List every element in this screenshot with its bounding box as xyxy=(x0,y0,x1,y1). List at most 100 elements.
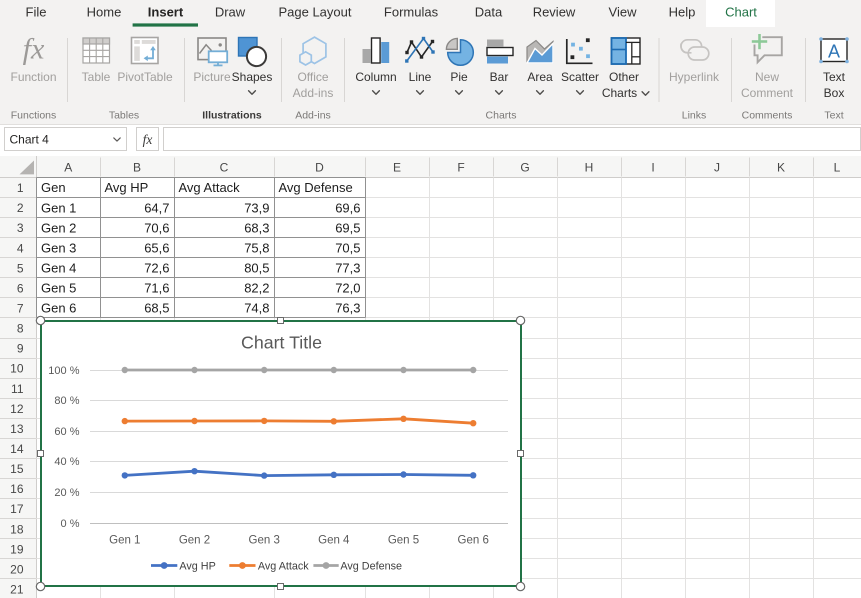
svg-text:Review: Review xyxy=(533,5,576,20)
svg-text:19: 19 xyxy=(10,542,24,556)
svg-text:Avg HP: Avg HP xyxy=(179,561,215,573)
svg-text:72,6: 72,6 xyxy=(144,260,169,275)
svg-text:Pie: Pie xyxy=(450,70,468,84)
svg-text:0 %: 0 % xyxy=(61,518,80,530)
svg-text:21: 21 xyxy=(10,583,24,597)
svg-text:Draw: Draw xyxy=(215,5,246,20)
svg-text:J: J xyxy=(714,160,720,174)
svg-text:6: 6 xyxy=(17,281,24,295)
svg-text:100 %: 100 % xyxy=(48,365,79,377)
svg-text:File: File xyxy=(26,5,47,20)
svg-text:Links: Links xyxy=(682,110,707,122)
svg-text:10: 10 xyxy=(10,362,24,376)
svg-text:13: 13 xyxy=(10,422,24,436)
svg-text:18: 18 xyxy=(10,522,24,536)
svg-text:Add-ins: Add-ins xyxy=(293,86,334,100)
svg-text:69,5: 69,5 xyxy=(335,220,360,235)
svg-text:D: D xyxy=(315,160,324,174)
svg-text:Help: Help xyxy=(669,5,696,20)
svg-text:K: K xyxy=(777,160,785,174)
svg-text:Text: Text xyxy=(824,110,843,122)
svg-text:New: New xyxy=(755,70,779,84)
svg-text:I: I xyxy=(651,160,654,174)
svg-text:PivotTable: PivotTable xyxy=(117,70,173,84)
svg-text:Illustrations: Illustrations xyxy=(202,110,262,122)
svg-text:Avg Attack: Avg Attack xyxy=(258,561,309,573)
svg-text:Shapes: Shapes xyxy=(232,70,273,84)
svg-text:Box: Box xyxy=(824,86,845,100)
svg-text:Gen 2: Gen 2 xyxy=(41,220,76,235)
svg-text:Text: Text xyxy=(823,70,846,84)
svg-text:16: 16 xyxy=(10,482,24,496)
svg-text:Other: Other xyxy=(609,70,639,84)
svg-text:60 %: 60 % xyxy=(54,426,79,438)
svg-text:73,9: 73,9 xyxy=(244,200,269,215)
svg-text:F: F xyxy=(457,160,464,174)
svg-text:70,5: 70,5 xyxy=(335,240,360,255)
svg-text:G: G xyxy=(520,160,529,174)
svg-text:Gen: Gen xyxy=(41,180,66,195)
svg-text:68,5: 68,5 xyxy=(144,301,169,316)
svg-text:Gen 1: Gen 1 xyxy=(41,200,76,215)
svg-text:Column: Column xyxy=(355,70,396,84)
svg-text:Comment: Comment xyxy=(741,86,794,100)
svg-text:14: 14 xyxy=(10,442,24,456)
svg-text:Page Layout: Page Layout xyxy=(278,5,351,20)
svg-text:Add-ins: Add-ins xyxy=(295,110,331,122)
svg-text:3: 3 xyxy=(17,221,24,235)
svg-text:77,3: 77,3 xyxy=(335,260,360,275)
svg-text:Avg HP: Avg HP xyxy=(105,180,149,195)
svg-text:Chart: Chart xyxy=(725,5,757,20)
svg-text:20 %: 20 % xyxy=(54,487,79,499)
svg-text:Comments: Comments xyxy=(742,110,793,122)
svg-text:Tables: Tables xyxy=(109,110,139,122)
svg-text:Gen 1: Gen 1 xyxy=(109,535,140,547)
svg-text:20: 20 xyxy=(10,562,24,576)
svg-text:Avg Defense: Avg Defense xyxy=(279,180,353,195)
svg-text:70,6: 70,6 xyxy=(144,220,169,235)
svg-text:Bar: Bar xyxy=(490,70,509,84)
svg-text:Gen 4: Gen 4 xyxy=(41,260,76,275)
svg-text:L: L xyxy=(834,160,841,174)
svg-text:8: 8 xyxy=(17,322,24,336)
svg-text:Area: Area xyxy=(527,70,553,84)
svg-text:Line: Line xyxy=(409,70,432,84)
svg-text:fx: fx xyxy=(23,33,45,66)
svg-text:65,6: 65,6 xyxy=(144,240,169,255)
svg-text:Gen 5: Gen 5 xyxy=(41,281,76,296)
svg-text:Charts: Charts xyxy=(602,86,637,100)
svg-text:5: 5 xyxy=(17,261,24,275)
svg-text:Avg Attack: Avg Attack xyxy=(179,180,241,195)
svg-text:2: 2 xyxy=(17,201,24,215)
svg-text:Data: Data xyxy=(475,5,503,20)
svg-text:Gen 6: Gen 6 xyxy=(458,535,489,547)
svg-text:80 %: 80 % xyxy=(54,395,79,407)
svg-text:fx: fx xyxy=(143,132,153,147)
svg-text:A: A xyxy=(828,42,840,62)
svg-text:80,5: 80,5 xyxy=(244,260,269,275)
svg-text:Gen 6: Gen 6 xyxy=(41,301,76,316)
svg-text:Gen 2: Gen 2 xyxy=(179,535,210,547)
svg-text:B: B xyxy=(133,160,141,174)
svg-text:Table: Table xyxy=(82,70,111,84)
svg-text:11: 11 xyxy=(11,382,24,396)
svg-text:15: 15 xyxy=(10,462,24,476)
svg-text:68,3: 68,3 xyxy=(244,220,269,235)
svg-text:H: H xyxy=(585,160,594,174)
svg-text:Avg Defense: Avg Defense xyxy=(340,561,402,573)
svg-text:Hyperlink: Hyperlink xyxy=(669,70,720,84)
svg-text:C: C xyxy=(220,160,229,174)
svg-text:74,8: 74,8 xyxy=(244,301,269,316)
svg-text:69,6: 69,6 xyxy=(335,200,360,215)
svg-text:View: View xyxy=(609,5,638,20)
svg-text:72,0: 72,0 xyxy=(335,281,360,296)
svg-text:71,6: 71,6 xyxy=(144,281,169,296)
svg-text:Scatter: Scatter xyxy=(561,70,599,84)
svg-text:75,8: 75,8 xyxy=(244,240,269,255)
svg-text:Insert: Insert xyxy=(148,5,184,20)
svg-text:Chart Title: Chart Title xyxy=(241,333,322,353)
svg-text:64,7: 64,7 xyxy=(144,200,169,215)
svg-text:Gen 4: Gen 4 xyxy=(318,535,350,547)
svg-text:Office: Office xyxy=(297,70,328,84)
svg-text:E: E xyxy=(393,160,401,174)
